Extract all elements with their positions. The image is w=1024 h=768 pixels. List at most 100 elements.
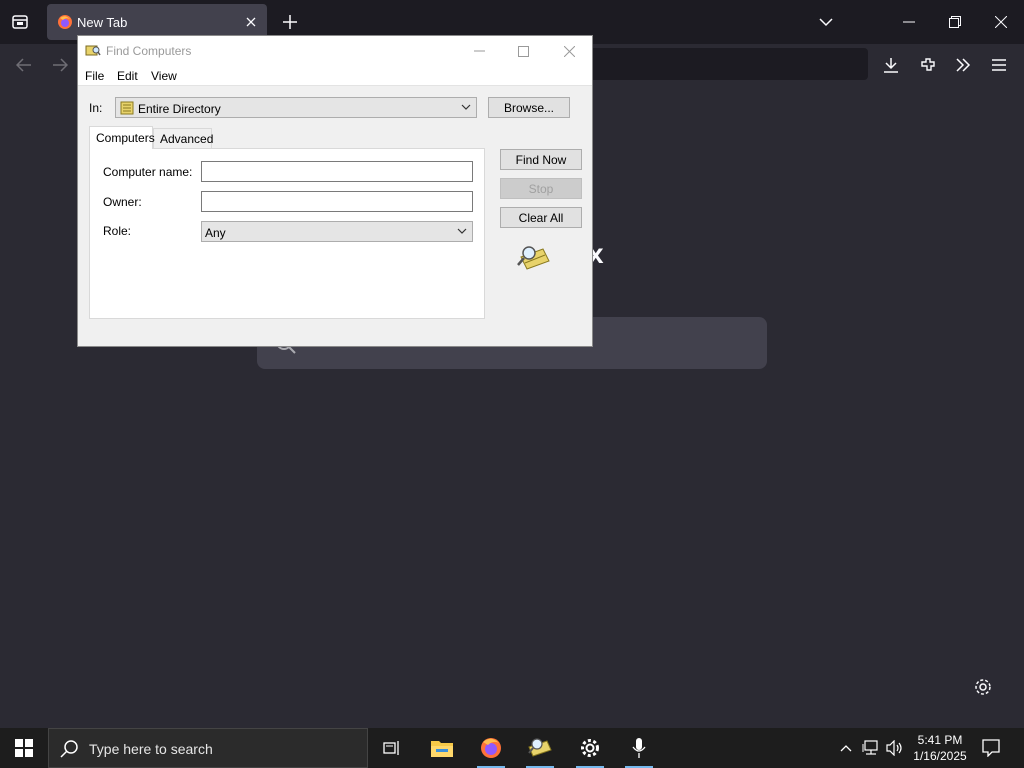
close-icon — [563, 45, 575, 57]
chevron-down-icon — [461, 104, 471, 110]
browse-button-label: Browse... — [503, 100, 554, 115]
arrow-right-icon — [53, 58, 68, 72]
browse-button[interactable]: Browse... — [488, 97, 570, 118]
puzzle-icon — [921, 58, 935, 71]
settings-icon — [581, 739, 599, 757]
search-magnifier-icon — [517, 246, 550, 270]
downloads-button[interactable] — [876, 50, 906, 80]
search-scope-value: Entire Directory — [138, 102, 221, 116]
chevron-double-right-icon — [956, 58, 971, 72]
dialog-minimize-button[interactable] — [456, 36, 502, 66]
role-dropdown[interactable]: Any — [201, 221, 473, 242]
taskbar-voice-access[interactable] — [615, 728, 663, 768]
app-menu-button[interactable] — [984, 50, 1014, 80]
arrow-left-icon — [16, 58, 31, 72]
clear-all-button[interactable]: Clear All — [500, 207, 582, 228]
taskbar-search-box[interactable]: Type here to search — [48, 728, 368, 768]
computer-name-field[interactable] — [201, 161, 473, 182]
chevron-down-icon — [819, 18, 833, 27]
computer-name-label: Computer name: — [103, 165, 193, 179]
tab-list-button[interactable] — [6, 8, 34, 36]
minimize-icon — [473, 50, 485, 52]
role-label: Role: — [103, 224, 132, 238]
find-now-label: Find Now — [515, 152, 567, 167]
find-computers-icon — [528, 738, 552, 757]
notifications-button[interactable] — [978, 728, 1004, 768]
restore-window-button[interactable] — [932, 0, 978, 44]
computers-tab-panel: Computer name: Owner: Role: Any — [89, 148, 485, 319]
taskbar-clock[interactable]: 5:41 PM 1/16/2025 — [908, 732, 972, 764]
chevron-up-icon — [840, 745, 852, 752]
role-value: Any — [205, 226, 226, 240]
taskbar-find-computers[interactable] — [516, 728, 564, 768]
extensions-button[interactable] — [913, 50, 943, 80]
forward-button[interactable] — [45, 50, 75, 80]
owner-label: Owner: — [103, 195, 142, 209]
menu-view[interactable]: View — [151, 69, 177, 83]
menu-edit[interactable]: Edit — [117, 69, 138, 83]
chevron-down-icon — [457, 228, 467, 234]
dialog-maximize-button[interactable] — [500, 36, 546, 66]
in-label: In: — [89, 101, 103, 115]
task-view-button[interactable] — [368, 728, 416, 768]
dialog-tabs: Computers Advanced — [89, 126, 485, 150]
restore-icon — [949, 16, 961, 28]
search-scope-dropdown[interactable]: Entire Directory — [115, 97, 477, 118]
tab-computers-label: Computers — [96, 131, 155, 145]
firefox-icon — [58, 15, 72, 29]
file-explorer-icon — [431, 741, 453, 757]
task-view-icon — [383, 741, 399, 755]
taskbar-firefox[interactable] — [467, 728, 515, 768]
dialog-close-button[interactable] — [546, 36, 592, 66]
clear-all-label: Clear All — [518, 210, 564, 225]
more-tools-button[interactable] — [948, 50, 978, 80]
taskbar-file-explorer[interactable] — [418, 728, 466, 768]
show-hidden-icons-button[interactable] — [836, 728, 856, 768]
clock-date: 1/16/2025 — [913, 749, 967, 763]
clock-time: 5:41 PM — [917, 733, 963, 747]
dialog-title-bar[interactable]: Find Computers — [78, 36, 592, 66]
start-button[interactable] — [0, 728, 48, 768]
dialog-title: Find Computers — [106, 44, 192, 58]
hamburger-menu-icon — [992, 59, 1006, 71]
list-all-tabs-button[interactable] — [812, 8, 840, 36]
close-icon — [995, 16, 1007, 28]
network-tray-button[interactable] — [860, 728, 882, 768]
windows-icon — [15, 739, 33, 757]
firefox-view-icon — [12, 15, 28, 29]
owner-field[interactable] — [201, 191, 473, 212]
volume-icon — [886, 740, 902, 756]
new-tab-button[interactable] — [278, 8, 302, 36]
gear-icon — [975, 679, 991, 695]
search-icon — [60, 740, 78, 758]
tab-advanced-label: Advanced — [160, 132, 214, 146]
tab-computers[interactable]: Computers — [89, 126, 155, 149]
stop-button[interactable]: Stop — [500, 178, 582, 199]
address-bar[interactable] — [560, 48, 868, 80]
menu-file[interactable]: File — [85, 69, 104, 83]
minimize-icon — [903, 21, 915, 23]
firefox-icon — [481, 738, 501, 758]
microphone-icon — [632, 738, 646, 758]
close-tab-button[interactable] — [241, 12, 261, 32]
volume-tray-button[interactable] — [884, 728, 906, 768]
directory-icon — [120, 101, 134, 115]
find-now-button[interactable]: Find Now — [500, 149, 582, 170]
back-button[interactable] — [9, 50, 39, 80]
find-computers-dialog: Find Computers File Edit View In: Entire… — [77, 35, 593, 347]
tab-advanced[interactable]: Advanced — [153, 128, 214, 150]
close-window-button[interactable] — [978, 0, 1024, 44]
tab-title: New Tab — [77, 15, 128, 30]
personalize-new-tab-button[interactable] — [970, 674, 996, 700]
minimize-window-button[interactable] — [886, 0, 932, 44]
dialog-menu-bar: File Edit View — [78, 66, 592, 86]
maximize-icon — [517, 45, 529, 57]
network-icon — [862, 740, 878, 755]
notification-icon — [982, 739, 1000, 757]
find-computers-icon — [85, 45, 101, 56]
taskbar-search-placeholder: Type here to search — [89, 741, 213, 757]
download-icon — [884, 58, 898, 73]
windows-taskbar: Type here to search 5:41 PM 1/16/2025 — [0, 728, 1024, 768]
taskbar-settings[interactable] — [566, 728, 614, 768]
plus-icon — [283, 15, 297, 29]
